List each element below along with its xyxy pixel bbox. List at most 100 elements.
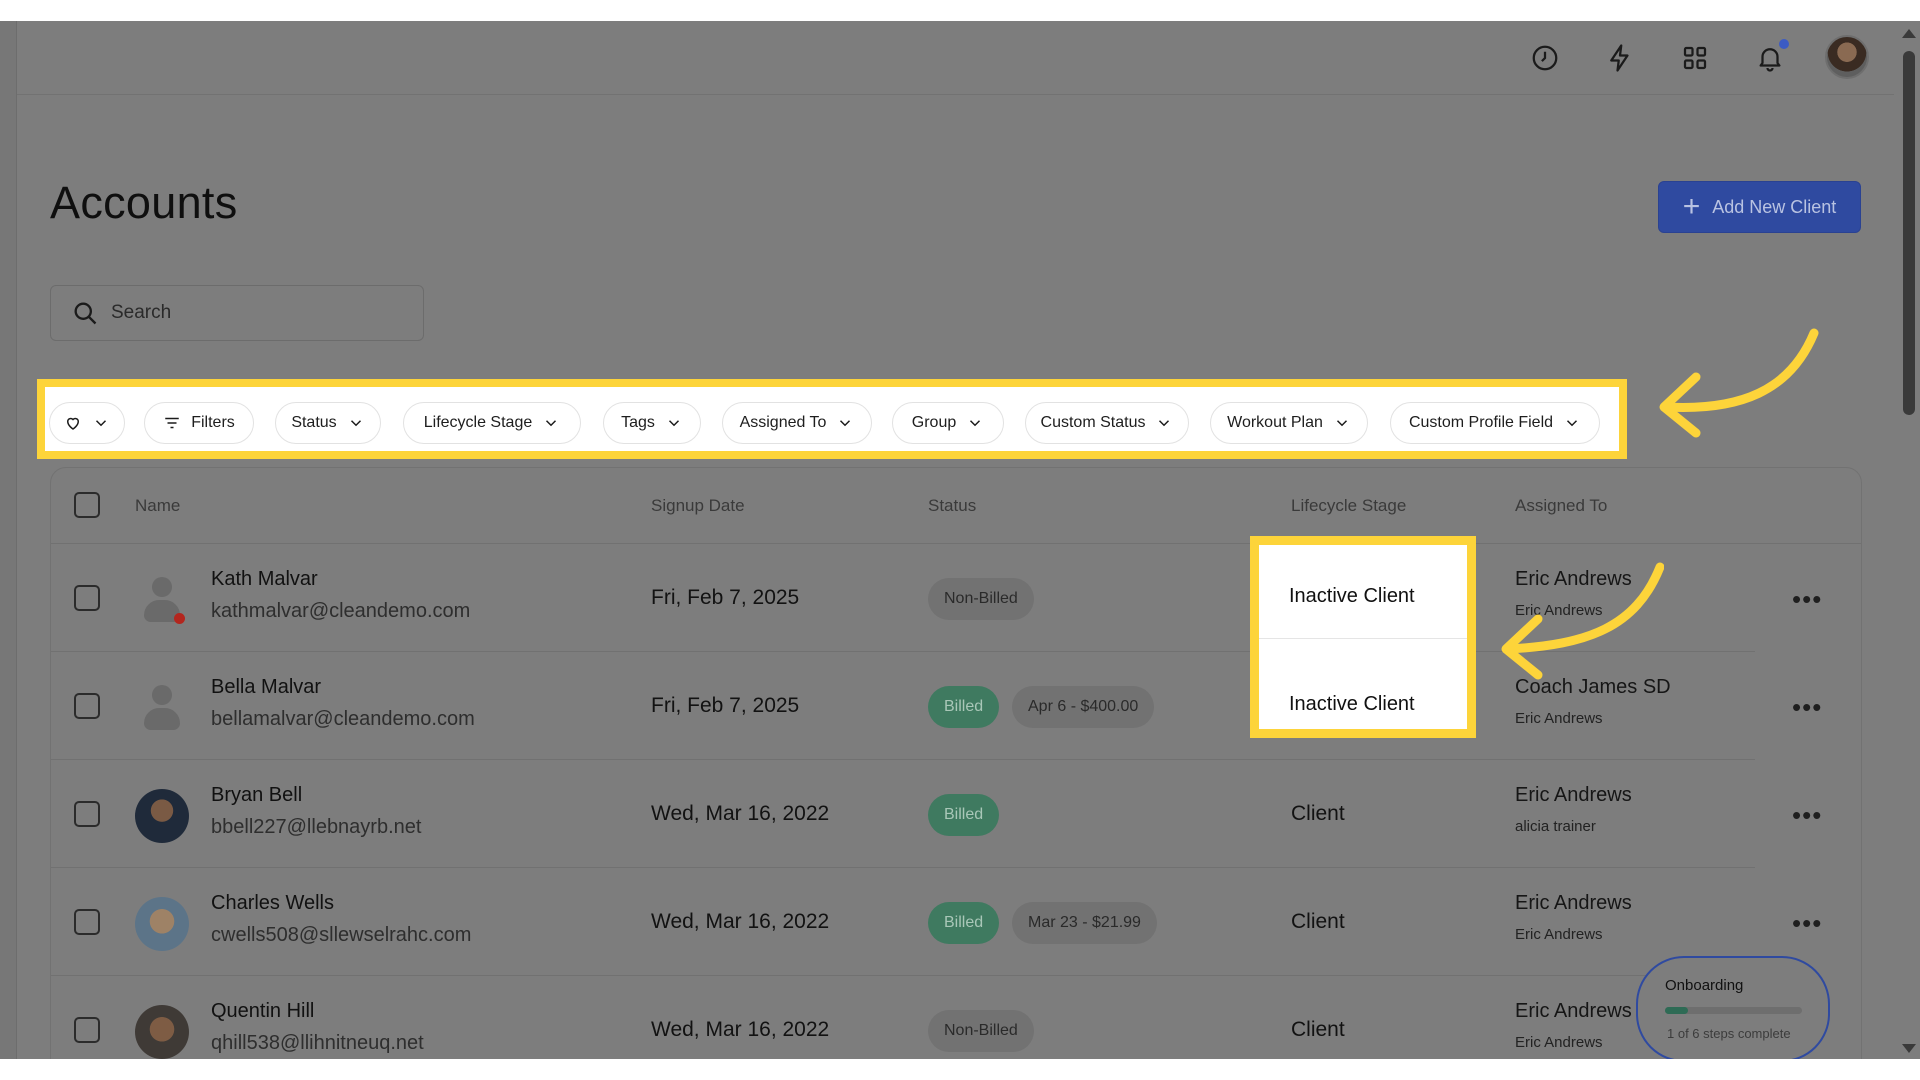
row-more-menu[interactable]: •••: [1792, 586, 1822, 612]
onboarding-widget[interactable]: Onboarding 1 of 6 steps complete: [1636, 956, 1830, 1059]
user-avatar[interactable]: [1825, 35, 1869, 79]
history-icon[interactable]: [1528, 41, 1562, 75]
client-email: qhill538@llihnitneuq.net: [211, 1032, 424, 1054]
lifecycle-stage-filter-chip[interactable]: Lifecycle Stage: [403, 402, 581, 444]
chevron-down-icon: [970, 420, 981, 427]
chevron-down-icon: [546, 420, 557, 427]
row-checkbox[interactable]: [74, 693, 100, 719]
filter-bar-highlight: Filters Status Lifecycle Stage Tags Assi…: [37, 379, 1627, 459]
billing-badge: Mar 23 - $21.99: [1012, 902, 1157, 944]
status-badge: Billed: [928, 902, 1000, 944]
onboarding-progress-text: 1 of 6 steps complete: [1667, 1026, 1791, 1041]
plus-icon: +: [1682, 190, 1701, 223]
lightning-icon[interactable]: [1603, 41, 1637, 75]
assigned-primary: Eric Andrews: [1515, 784, 1632, 806]
client-name[interactable]: Quentin Hill: [211, 1000, 314, 1023]
search-icon: [74, 302, 97, 325]
group-filter-chip[interactable]: Group: [892, 402, 1004, 444]
client-name[interactable]: Kath Malvar: [211, 568, 318, 591]
status-badge: Billed: [928, 686, 1000, 728]
chevron-down-icon: [840, 420, 851, 427]
scrollbar[interactable]: [1894, 21, 1920, 1059]
avatar: [135, 789, 189, 843]
client-email: bbell227@llebnayrb.net: [211, 816, 422, 838]
apps-grid-icon[interactable]: [1678, 41, 1712, 75]
row-checkbox[interactable]: [74, 585, 100, 611]
assigned-primary: Eric Andrews: [1515, 892, 1632, 914]
chip-label: Status: [291, 414, 337, 431]
chip-label: Filters: [191, 414, 235, 431]
row-more-menu[interactable]: •••: [1792, 694, 1822, 720]
annotation-arrow-icon: [1501, 562, 1664, 680]
client-name[interactable]: Bryan Bell: [211, 784, 302, 807]
chip-label: Tags: [621, 414, 655, 431]
header-status[interactable]: Status: [928, 496, 976, 516]
favorites-filter-chip[interactable]: [49, 402, 125, 444]
chevron-down-icon: [1336, 420, 1347, 427]
client-name[interactable]: Bella Malvar: [211, 676, 321, 699]
tags-filter-chip[interactable]: Tags: [603, 402, 701, 444]
header-signup-date[interactable]: Signup Date: [651, 496, 745, 516]
custom-status-filter-chip[interactable]: Custom Status: [1025, 402, 1189, 444]
table-row[interactable]: Charles Wells cwells508@sllewselrahc.com…: [51, 868, 1863, 976]
left-rail: [0, 21, 17, 1059]
signup-date: Fri, Feb 7, 2025: [651, 586, 800, 609]
chip-label: Group: [911, 414, 957, 431]
annotation-arrow-icon: [1659, 328, 1819, 438]
filters-chip[interactable]: Filters: [144, 402, 254, 444]
assigned-secondary: Eric Andrews: [1515, 710, 1603, 727]
status-dot: [174, 613, 185, 624]
onboarding-title: Onboarding: [1665, 977, 1744, 994]
top-bar: [17, 21, 1894, 95]
row-checkbox[interactable]: [74, 1017, 100, 1043]
billing-badge: Apr 6 - $400.00: [1012, 686, 1155, 728]
row-more-menu[interactable]: •••: [1792, 910, 1822, 936]
scroll-up-icon[interactable]: [1902, 29, 1916, 38]
add-new-client-button[interactable]: + Add New Client: [1658, 181, 1861, 233]
notification-dot: [1779, 39, 1789, 49]
custom-profile-field-filter-chip[interactable]: Custom Profile Field: [1390, 402, 1600, 444]
client-email: kathmalvar@cleandemo.com: [211, 600, 471, 622]
search-placeholder: Search: [111, 302, 172, 323]
lifecycle-stage: Inactive Client: [1289, 585, 1415, 607]
row-checkbox[interactable]: [74, 909, 100, 935]
app-screen: Accounts + Add New Client Search Filters…: [0, 21, 1920, 1059]
header-lifecycle-stage[interactable]: Lifecycle Stage: [1291, 496, 1406, 516]
onboarding-progress-bar: [1665, 1007, 1802, 1014]
lifecycle-stage: Inactive Client: [1289, 693, 1415, 715]
avatar: [135, 897, 189, 951]
scroll-thumb[interactable]: [1903, 51, 1915, 415]
assigned-secondary: Eric Andrews: [1515, 1034, 1603, 1051]
header-assigned-to[interactable]: Assigned To: [1515, 496, 1607, 516]
signup-date: Fri, Feb 7, 2025: [651, 694, 800, 717]
chevron-down-icon: [1159, 420, 1170, 427]
assigned-to-filter-chip[interactable]: Assigned To: [722, 402, 872, 444]
status-filter-chip[interactable]: Status: [275, 402, 381, 444]
lifecycle-stage: Client: [1291, 1018, 1345, 1041]
row-more-menu[interactable]: •••: [1792, 802, 1822, 828]
header-name[interactable]: Name: [135, 496, 180, 516]
chip-label: Workout Plan: [1227, 414, 1323, 431]
workout-plan-filter-chip[interactable]: Workout Plan: [1210, 402, 1368, 444]
heart-icon: [66, 417, 80, 430]
lifecycle-stage: Client: [1291, 802, 1345, 825]
signup-date: Wed, Mar 16, 2022: [651, 910, 830, 933]
status-badge: Non-Billed: [928, 578, 1034, 620]
table-row[interactable]: Quentin Hill qhill538@llihnitneuq.net We…: [51, 976, 1863, 1059]
search-input[interactable]: Search: [50, 285, 424, 341]
chip-label: Assigned To: [739, 414, 827, 431]
bell-icon[interactable]: [1753, 39, 1789, 75]
assigned-primary: Eric Andrews: [1515, 1000, 1632, 1022]
scroll-down-icon[interactable]: [1902, 1044, 1916, 1053]
select-all-checkbox[interactable]: [74, 492, 100, 518]
add-new-client-label: Add New Client: [1712, 196, 1837, 217]
client-email: bellamalvar@cleandemo.com: [211, 708, 475, 730]
table-header: Name Signup Date Status Lifecycle Stage …: [51, 468, 1861, 544]
status-badge: Billed: [928, 794, 1000, 836]
table-row[interactable]: Bryan Bell bbell227@llebnayrb.net Wed, M…: [51, 760, 1863, 868]
assigned-secondary: Eric Andrews: [1515, 926, 1603, 943]
lifecycle-stage: Client: [1291, 910, 1345, 933]
signup-date: Wed, Mar 16, 2022: [651, 1018, 830, 1041]
row-checkbox[interactable]: [74, 801, 100, 827]
client-name[interactable]: Charles Wells: [211, 892, 334, 915]
